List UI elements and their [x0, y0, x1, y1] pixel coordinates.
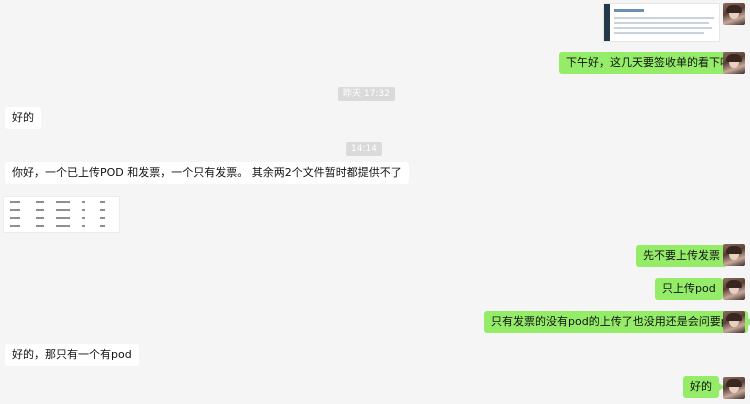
message-bubble-sent[interactable]: 下午好，这几天要签收单的看下哈: [559, 52, 743, 74]
received-image-thumbnail[interactable]: [3, 196, 120, 233]
thumbnail-line: [614, 22, 709, 24]
timestamp: 14:14: [346, 142, 382, 156]
thumbnail-sidebar: [604, 4, 610, 41]
timestamp: 昨天 17:32: [338, 87, 395, 101]
avatar[interactable]: [723, 311, 745, 333]
message-bubble-sent[interactable]: 好的: [683, 376, 724, 398]
avatar[interactable]: [723, 52, 745, 74]
message-bubble-sent[interactable]: 只有发票的没有pod的上传了也没用还是会问要pod: [484, 311, 750, 333]
thumbnail-line: [614, 17, 714, 19]
message-bubble-received[interactable]: 你好，一个已上传POD 和发票，一个只有发票。 其余两2个文件暂时都提供不了: [5, 162, 409, 184]
thumbnail-line: [614, 32, 704, 34]
sent-image-thumbnail[interactable]: [603, 3, 720, 42]
message-bubble-sent[interactable]: 只上传pod: [655, 278, 728, 300]
avatar[interactable]: [723, 244, 745, 266]
message-bubble-received[interactable]: 好的，那只有一个有pod: [5, 344, 139, 366]
avatar[interactable]: [723, 377, 745, 399]
message-bubble-received[interactable]: 好的: [5, 107, 41, 129]
thumbnail-header: [614, 9, 644, 12]
avatar[interactable]: [723, 3, 745, 25]
thumbnail-line: [614, 27, 712, 29]
avatar[interactable]: [723, 278, 745, 300]
chat-window: 下午好，这几天要签收单的看下哈 昨天 17:32 好的 14:14 你好，一个已…: [0, 0, 750, 404]
message-bubble-sent[interactable]: 先不要上传发票: [636, 245, 732, 267]
